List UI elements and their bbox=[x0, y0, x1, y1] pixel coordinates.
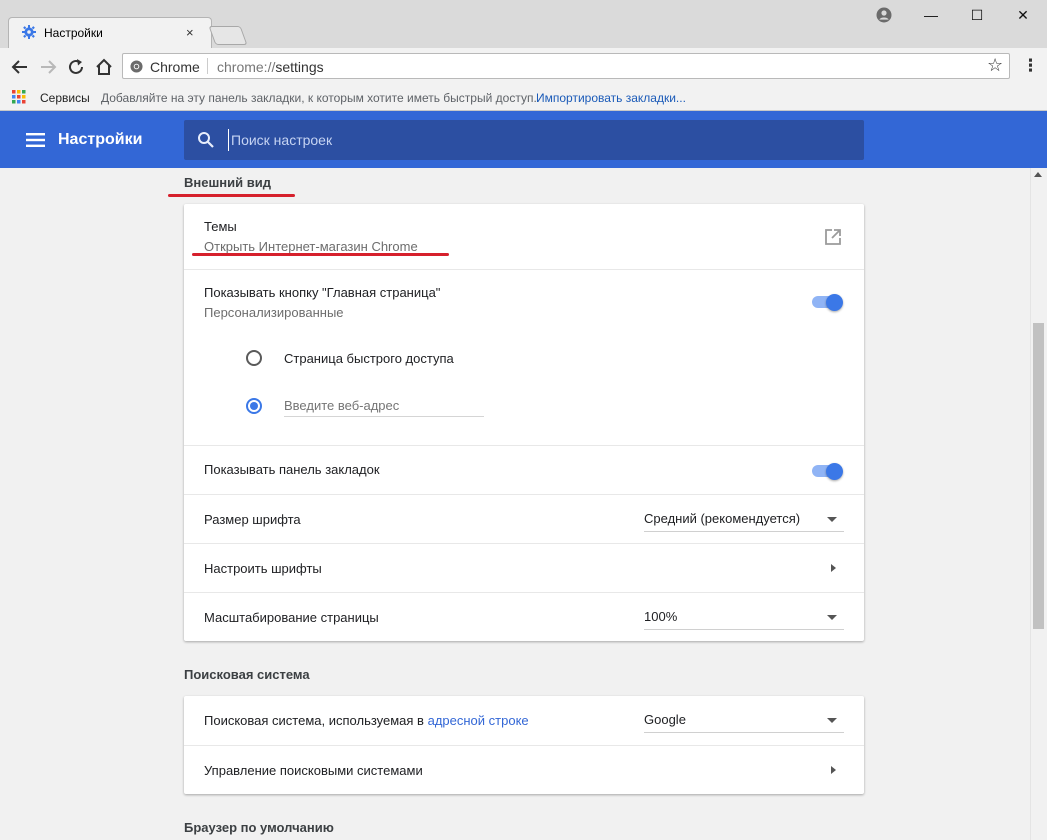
radio-new-tab-page[interactable] bbox=[246, 350, 262, 366]
home-button-toggle[interactable] bbox=[812, 293, 844, 311]
home-icon[interactable] bbox=[93, 56, 115, 78]
bookmarks-bar-label: Показывать панель закладок bbox=[204, 462, 380, 477]
bookmark-services[interactable]: Сервисы bbox=[40, 91, 90, 105]
maximize-button[interactable]: ☐ bbox=[954, 4, 1000, 26]
chrome-icon bbox=[130, 60, 143, 73]
select-underline bbox=[644, 531, 844, 532]
address-bar-link[interactable]: адресной строке bbox=[428, 713, 529, 728]
search-engine-card: Поисковая система, используемая в адресн… bbox=[184, 696, 864, 794]
search-icon bbox=[198, 132, 214, 148]
page-zoom-label: Масштабирование страницы bbox=[204, 610, 379, 625]
home-button-label: Показывать кнопку "Главная страница" bbox=[204, 285, 441, 300]
scroll-thumb[interactable] bbox=[1033, 323, 1044, 629]
radio-new-tab-page-label: Страница быстрого доступа bbox=[284, 351, 454, 366]
url-scheme: chrome:// bbox=[217, 59, 276, 75]
customize-fonts-label: Настроить шрифты bbox=[204, 561, 322, 576]
home-button-row: Показывать кнопку "Главная страница" Пер… bbox=[184, 269, 864, 445]
chevron-down-icon[interactable] bbox=[827, 718, 837, 723]
bookmarks-bar-toggle[interactable] bbox=[812, 462, 844, 480]
search-engine-label-text: Поисковая система, используемая в bbox=[204, 713, 424, 728]
minimize-button[interactable]: — bbox=[908, 4, 954, 26]
home-button-sub: Персонализированные bbox=[204, 305, 344, 320]
search-engine-label: Поисковая система, используемая в адресн… bbox=[204, 713, 529, 728]
select-underline bbox=[644, 732, 844, 733]
url-text[interactable]: chrome://settings bbox=[217, 59, 324, 75]
bookmark-star-icon[interactable]: ☆ bbox=[987, 55, 1003, 76]
site-chip: Chrome bbox=[150, 59, 200, 75]
radio-custom-url[interactable] bbox=[246, 398, 262, 414]
close-window-button[interactable]: ✕ bbox=[1000, 4, 1046, 26]
chevron-down-icon[interactable] bbox=[827, 615, 837, 620]
annotation-underline bbox=[192, 253, 449, 256]
address-divider bbox=[207, 58, 208, 74]
page-title: Настройки bbox=[58, 131, 143, 148]
tab-settings[interactable] bbox=[8, 17, 212, 48]
font-size-row: Размер шрифта Средний (рекомендуется) bbox=[184, 494, 864, 543]
themes-store-link[interactable]: Открыть Интернет-магазин Chrome bbox=[204, 239, 418, 254]
forward-arrow-icon[interactable] bbox=[37, 56, 59, 78]
home-url-input[interactable] bbox=[284, 394, 484, 417]
font-size-select[interactable]: Средний (рекомендуется) bbox=[644, 511, 800, 526]
page-zoom-select[interactable]: 100% bbox=[644, 609, 677, 624]
select-underline bbox=[644, 629, 844, 630]
bookmarks-bar-row: Показывать панель закладок bbox=[184, 445, 864, 494]
import-bookmarks-link[interactable]: Импортировать закладки... bbox=[536, 91, 686, 105]
chevron-right-icon bbox=[831, 564, 836, 572]
tab-close-button[interactable]: × bbox=[186, 25, 194, 40]
scroll-up-arrow-icon[interactable] bbox=[1034, 172, 1042, 177]
manage-search-engines-label: Управление поисковыми системами bbox=[204, 763, 423, 778]
search-engine-select[interactable]: Google bbox=[644, 712, 686, 727]
annotation-underline bbox=[168, 194, 295, 197]
url-path: settings bbox=[275, 59, 324, 75]
section-title-appearance: Внешний вид bbox=[184, 175, 271, 190]
toggle-knob bbox=[826, 294, 843, 311]
page-zoom-row: Масштабирование страницы 100% bbox=[184, 592, 864, 641]
font-size-label: Размер шрифта bbox=[204, 512, 301, 527]
tab-title: Настройки bbox=[44, 26, 103, 40]
chevron-right-icon bbox=[831, 766, 836, 774]
gear-icon bbox=[22, 25, 36, 39]
search-input[interactable] bbox=[228, 129, 831, 151]
reload-icon[interactable] bbox=[65, 56, 87, 78]
search-engine-row: Поисковая система, используемая в адресн… bbox=[184, 696, 864, 745]
appearance-card: Темы Открыть Интернет-магазин Chrome Пок… bbox=[184, 204, 864, 641]
manage-search-engines-row[interactable]: Управление поисковыми системами bbox=[184, 745, 864, 794]
back-arrow-icon[interactable] bbox=[9, 56, 31, 78]
open-external-icon[interactable] bbox=[824, 228, 842, 246]
bookmarks-hint: Добавляйте на эту панель закладки, к кот… bbox=[101, 91, 537, 105]
themes-label: Темы bbox=[204, 219, 237, 234]
section-title-search-engine: Поисковая система bbox=[184, 667, 310, 682]
menu-dots-icon[interactable]: ⋮ bbox=[1022, 56, 1039, 76]
chevron-down-icon[interactable] bbox=[827, 517, 837, 522]
profile-icon[interactable] bbox=[876, 7, 892, 23]
toggle-knob bbox=[826, 463, 843, 480]
section-title-default-browser: Браузер по умолчанию bbox=[184, 820, 334, 835]
new-tab-button[interactable] bbox=[208, 26, 248, 45]
themes-row[interactable]: Темы Открыть Интернет-магазин Chrome bbox=[184, 204, 864, 269]
hamburger-menu-icon[interactable] bbox=[26, 133, 45, 147]
customize-fonts-row[interactable]: Настроить шрифты bbox=[184, 543, 864, 592]
apps-grid-icon[interactable] bbox=[12, 90, 26, 104]
settings-content: Внешний вид Темы Открыть Интернет-магази… bbox=[0, 168, 1030, 840]
